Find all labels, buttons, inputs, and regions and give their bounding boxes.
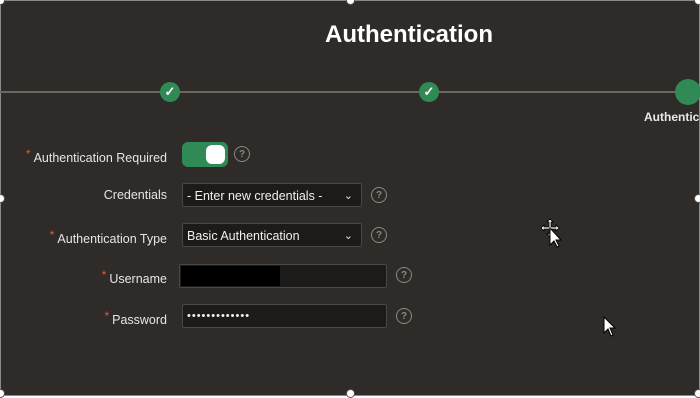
page-title: Authentication — [325, 21, 493, 48]
credentials-help-icon[interactable]: ? — [371, 187, 387, 203]
resize-handle-right[interactable] — [694, 194, 700, 203]
required-marker: * — [101, 268, 107, 282]
chevron-down-icon: ⌄ — [343, 230, 353, 242]
auth-type-label-text: Authentication Type — [57, 232, 167, 246]
auth-type-label: * Authentication Type — [0, 228, 167, 246]
password-input[interactable]: ••••••••••••• — [182, 304, 387, 328]
credentials-select-value: - Enter new credentials - — [187, 189, 323, 203]
wizard-step-3-current[interactable] — [675, 79, 700, 105]
pointer-cursor-icon — [603, 316, 617, 337]
check-icon: ✓ — [423, 84, 435, 99]
auth-type-select-value: Basic Authentication — [187, 229, 300, 243]
password-label: * Password — [0, 309, 167, 327]
toggle-knob — [206, 145, 225, 164]
move-cursor-icon — [540, 218, 563, 248]
wizard-progress-track — [0, 91, 700, 93]
required-marker: * — [104, 309, 110, 323]
auth-required-help-icon[interactable]: ? — [234, 146, 250, 162]
chevron-down-icon: ⌄ — [343, 190, 353, 202]
password-label-text: Password — [112, 313, 167, 327]
auth-type-select[interactable]: Basic Authentication ⌄ — [182, 223, 362, 247]
auth-required-label: * Authentication Required — [0, 147, 167, 165]
username-input[interactable] — [179, 264, 387, 288]
required-marker: * — [49, 228, 55, 242]
redacted-username — [181, 266, 280, 286]
credentials-select[interactable]: - Enter new credentials - ⌄ — [182, 183, 362, 207]
wizard-step-2-complete[interactable]: ✓ — [419, 82, 439, 102]
username-help-icon[interactable]: ? — [396, 267, 412, 283]
auth-required-toggle[interactable] — [182, 142, 228, 167]
required-marker: * — [25, 147, 31, 161]
password-masked-value: ••••••••••••• — [187, 310, 251, 322]
check-icon: ✓ — [164, 84, 176, 99]
password-help-icon[interactable]: ? — [396, 308, 412, 324]
wizard-current-step-label: Authenticatio — [644, 110, 700, 124]
auth-required-label-text: Authentication Required — [33, 151, 167, 165]
username-label: * Username — [0, 268, 167, 286]
credentials-label: Credentials — [103, 188, 167, 202]
wizard-step-1-complete[interactable]: ✓ — [160, 82, 180, 102]
username-label-text: Username — [109, 272, 167, 286]
auth-type-help-icon[interactable]: ? — [371, 227, 387, 243]
